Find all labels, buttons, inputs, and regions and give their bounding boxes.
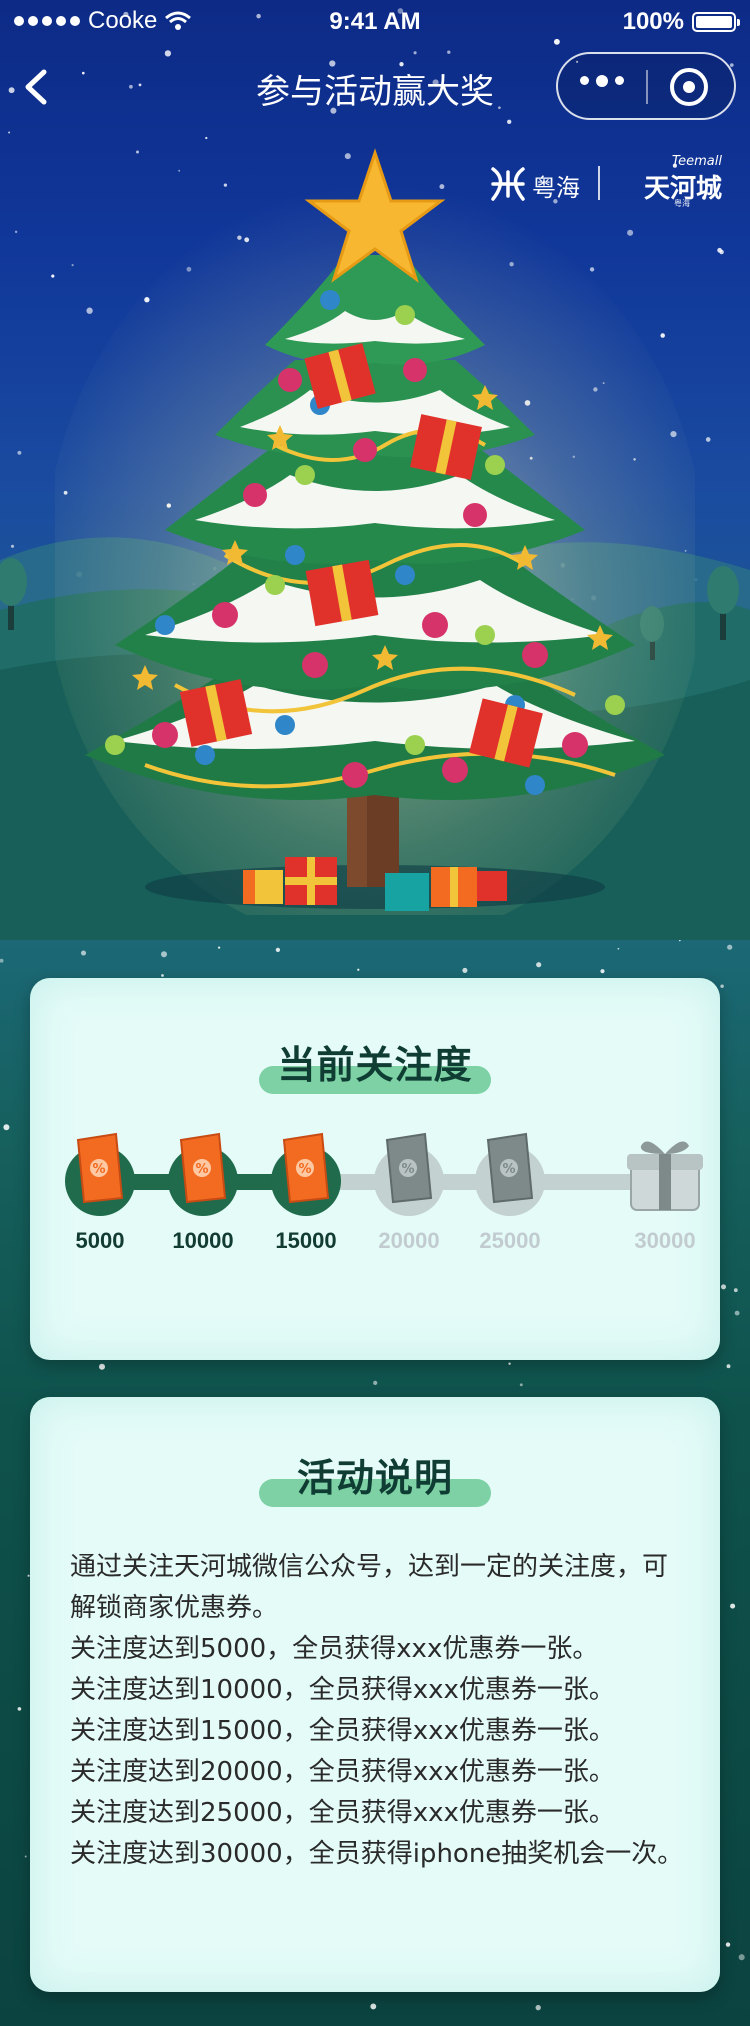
milestone-value: 5000 bbox=[75, 1228, 125, 1253]
coupon-icon: % bbox=[486, 1132, 534, 1204]
coupon-icon: % bbox=[282, 1132, 330, 1204]
rules-heading-text: 活动说明 bbox=[296, 1456, 453, 1500]
rules-line: 关注度达到25000，全员获得xxx优惠券一张。 bbox=[70, 1798, 615, 1828]
close-miniprogram-icon[interactable] bbox=[670, 68, 708, 106]
milestone-value: 30000 bbox=[634, 1228, 696, 1253]
capsule-divider bbox=[646, 70, 648, 104]
rules-line: 关注度达到30000，全员获得iphone抽奖机会一次。 bbox=[70, 1839, 684, 1869]
attention-heading-text: 当前关注度 bbox=[277, 1043, 473, 1087]
milestone-value: 10000 bbox=[172, 1228, 234, 1253]
rules-line: 关注度达到5000，全员获得xxx优惠券一张。 bbox=[70, 1634, 599, 1664]
milestone-value: 15000 bbox=[275, 1228, 337, 1253]
svg-text:%: % bbox=[195, 1162, 208, 1177]
coupon-icon: % bbox=[76, 1132, 124, 1204]
rules-line: 关注度达到20000，全员获得xxx优惠券一张。 bbox=[70, 1757, 615, 1787]
coupon-icon: % bbox=[385, 1132, 433, 1204]
more-options-icon[interactable] bbox=[580, 75, 624, 87]
attention-card: 当前关注度 % 5000 % 10000 % 15000 % 20000 % 2… bbox=[30, 978, 720, 1360]
milestone-value: 25000 bbox=[479, 1228, 541, 1253]
miniprogram-capsule bbox=[556, 52, 736, 120]
svg-text:%: % bbox=[92, 1162, 105, 1177]
rules-line: 关注度达到10000，全员获得xxx优惠券一张。 bbox=[70, 1675, 615, 1705]
battery-indicator: 100% bbox=[622, 8, 740, 36]
rules-line: 关注度达到15000，全员获得xxx优惠券一张。 bbox=[70, 1716, 615, 1746]
christmas-tree-illustration bbox=[55, 148, 695, 915]
battery-percent: 100% bbox=[622, 8, 684, 35]
rules-heading: 活动说明 bbox=[30, 1447, 720, 1507]
rules-card: 活动说明 通过关注天河城微信公众号，达到一定的关注度，可解锁商家优惠券。 关注度… bbox=[30, 1397, 720, 1992]
coupon-icon: % bbox=[179, 1132, 227, 1204]
rules-description: 通过关注天河城微信公众号，达到一定的关注度，可解锁商家优惠券。 关注度达到500… bbox=[70, 1547, 690, 1875]
svg-text:%: % bbox=[298, 1162, 311, 1177]
svg-text:%: % bbox=[502, 1162, 515, 1177]
attention-heading: 当前关注度 bbox=[30, 1034, 720, 1094]
battery-icon bbox=[692, 12, 740, 32]
attention-progress: % 5000 % 10000 % 15000 % 20000 % 25000 3… bbox=[30, 1128, 720, 1268]
svg-text:%: % bbox=[401, 1162, 414, 1177]
navigation-bar: 参与活动赢大奖 bbox=[0, 48, 750, 128]
status-bar: Cooke 9:41 AM 100% bbox=[0, 0, 750, 40]
gift-icon bbox=[627, 1141, 703, 1211]
rules-intro: 通过关注天河城微信公众号，达到一定的关注度，可解锁商家优惠券。 bbox=[70, 1552, 669, 1623]
